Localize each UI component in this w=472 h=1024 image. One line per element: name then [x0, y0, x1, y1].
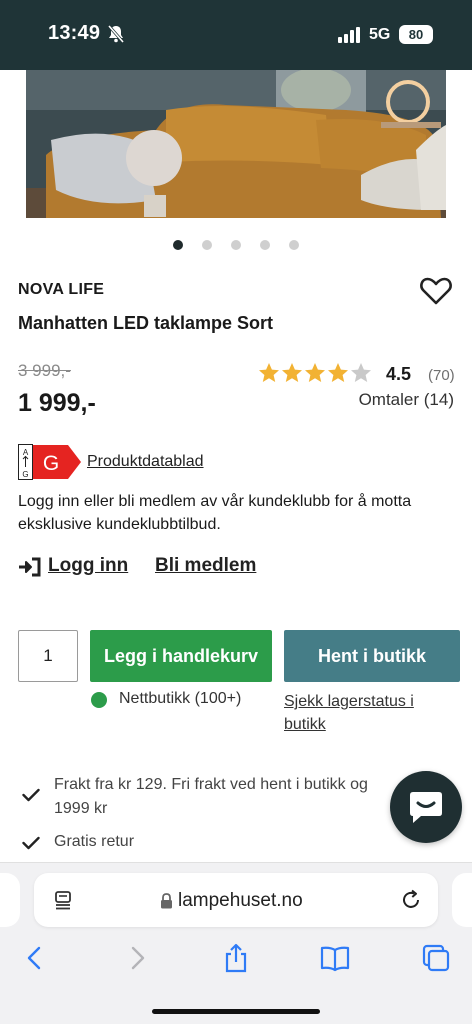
next-tab-preview[interactable] [452, 873, 472, 927]
product-brand[interactable]: NOVA LIFE [18, 281, 104, 299]
old-price: 3 999,- [18, 361, 71, 380]
add-to-cart-button[interactable]: Legg i handlekurv [90, 630, 272, 682]
product-image[interactable] [26, 70, 446, 218]
rating-count: (70) [428, 367, 455, 384]
carousel-dot[interactable] [173, 240, 183, 250]
star-icon [305, 363, 325, 382]
carousel-dot[interactable] [231, 240, 241, 250]
product-image-photo [26, 70, 446, 218]
rating-stars[interactable] [258, 362, 374, 384]
heart-icon[interactable] [419, 276, 453, 306]
stock-status-dot [91, 692, 107, 708]
url-text[interactable]: lampehuset.no [178, 890, 303, 912]
previous-tab-preview[interactable] [0, 873, 20, 927]
feature-free-returns: Gratis retur [54, 833, 135, 850]
tabs-icon[interactable] [421, 943, 451, 973]
network-type: 5G [369, 26, 391, 43]
online-stock-status: Nettbutikk (100+) [119, 690, 242, 707]
svg-text:G: G [22, 470, 28, 479]
join-link[interactable]: Bli medlem [155, 555, 256, 577]
chat-button[interactable] [390, 771, 462, 843]
star-icon [282, 363, 302, 382]
share-icon[interactable] [221, 943, 251, 973]
membership-text: Logg inn eller bli medlem av vår kundekl… [18, 493, 412, 533]
pickup-in-store-button[interactable]: Hent i butikk [284, 630, 460, 682]
store-stock-link[interactable]: Sjekk lagerstatus i butikk [284, 690, 454, 736]
check-icon [22, 836, 40, 850]
check-icon [22, 788, 40, 802]
carousel-dot[interactable] [289, 240, 299, 250]
address-bar[interactable]: lampehuset.no [34, 873, 438, 927]
reader-icon[interactable] [54, 890, 74, 910]
browser-toolbar: lampehuset.no [0, 862, 472, 1024]
datasheet-link[interactable]: Produktdatablad [87, 453, 204, 471]
bell-slash-icon [107, 25, 125, 43]
carousel-dot[interactable] [202, 240, 212, 250]
rating-score: 4.5 [386, 364, 412, 384]
back-icon[interactable] [20, 943, 50, 973]
product-title: Manhatten LED taklampe Sort [18, 313, 274, 333]
bookmarks-icon[interactable] [320, 943, 350, 973]
signal-icon [338, 27, 360, 43]
quantity-input[interactable]: 1 [18, 630, 78, 682]
home-indicator[interactable] [152, 1009, 320, 1014]
star-icon [259, 363, 279, 382]
svg-text:A: A [23, 448, 29, 457]
reviews-link[interactable]: Omtaler (14) [359, 390, 454, 410]
forward-icon[interactable] [122, 943, 152, 973]
status-bar: 13:49 5G 80 [0, 0, 472, 70]
lock-icon [161, 893, 172, 909]
energy-label-badge[interactable]: A G G [18, 444, 82, 480]
chat-icon [410, 792, 442, 823]
login-link[interactable]: Logg inn [48, 555, 128, 577]
battery-indicator: 80 [399, 25, 433, 44]
star-icon [351, 363, 371, 382]
svg-text:G: G [43, 452, 59, 475]
login-icon[interactable] [18, 557, 41, 577]
reload-icon[interactable] [400, 889, 422, 911]
star-icon [328, 363, 348, 382]
carousel-dot[interactable] [260, 240, 270, 250]
current-price: 1 999,- [18, 389, 96, 417]
feature-shipping: Frakt fra kr 129. Fri frakt ved hent i b… [54, 776, 368, 817]
status-time: 13:49 [48, 22, 101, 44]
carousel-dots [0, 240, 472, 254]
